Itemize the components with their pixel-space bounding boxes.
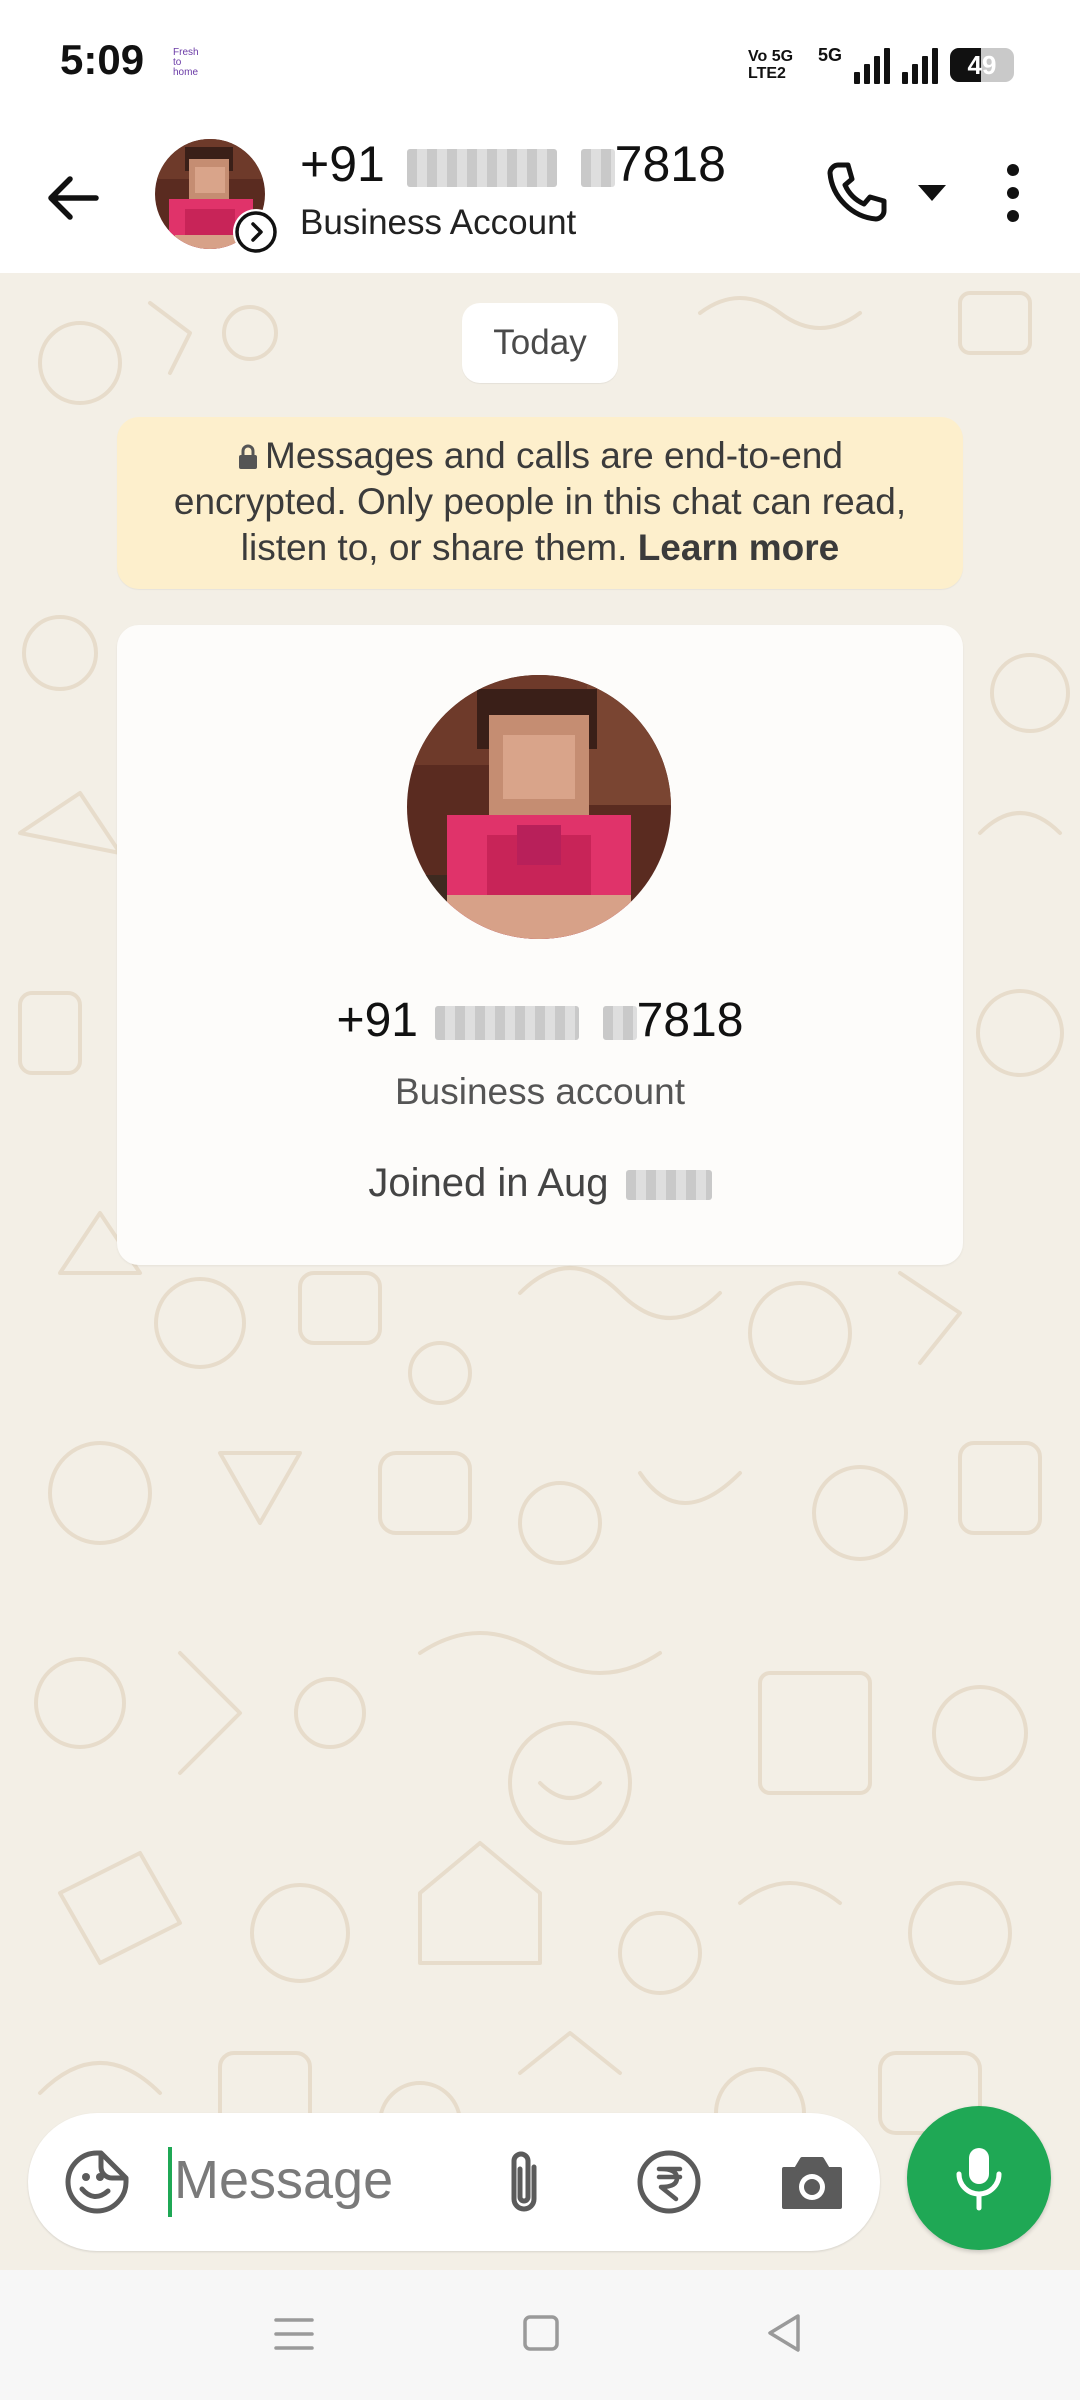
status-indicators: Vo 5G LTE2 5G 49 <box>748 40 1014 90</box>
chat-header: +91 7818 Business Account <box>0 125 1080 273</box>
encryption-notice[interactable]: Messages and calls are end-to-end encryp… <box>117 417 963 589</box>
notification-app-icon: Fresh to home <box>173 47 199 78</box>
voice-message-button[interactable] <box>907 2106 1051 2250</box>
menu-icon <box>274 2318 314 2350</box>
volte-bottom-label: LTE2 <box>747 65 786 82</box>
redacted-number <box>406 148 557 187</box>
redacted-number <box>602 1006 637 1041</box>
learn-more-link[interactable]: Learn more <box>638 527 840 568</box>
chat-area[interactable]: Today Messages and calls are end-to-end … <box>0 273 1080 2270</box>
system-navigation-bar <box>0 2270 1080 2400</box>
sticker-emoji-icon <box>65 2150 129 2214</box>
card-account-type: Business account <box>394 1071 685 1112</box>
recent-apps-button[interactable] <box>272 2314 316 2354</box>
volte-top-label: Vo 5G <box>747 48 794 65</box>
card-phone-number: +91 7818 <box>117 993 963 1048</box>
more-options-button[interactable] <box>995 160 1031 226</box>
camera-icon <box>782 2157 842 2209</box>
contact-info-card[interactable]: +91 7818 Business account Joined in Aug <box>117 625 963 1265</box>
caret-down-icon <box>918 185 946 201</box>
redacted-number <box>580 148 615 187</box>
lock-icon <box>239 444 258 469</box>
home-square-icon <box>523 2315 559 2351</box>
microphone-icon <box>956 2148 1002 2211</box>
card-joined-date: Joined in Aug <box>117 1161 963 1206</box>
battery-level: 49 <box>967 50 997 80</box>
redacted-year <box>625 1170 712 1201</box>
contact-name[interactable]: +91 7818 <box>300 135 726 193</box>
paperclip-icon <box>511 2151 537 2212</box>
attach-button[interactable] <box>494 2147 554 2217</box>
status-play-icon[interactable] <box>233 209 279 255</box>
card-avatar[interactable] <box>407 675 671 939</box>
home-button[interactable] <box>522 2314 560 2352</box>
rupee-icon <box>637 2150 701 2214</box>
payment-button[interactable] <box>634 2147 704 2217</box>
avatar-image <box>407 675 671 939</box>
date-chip: Today <box>462 303 618 383</box>
back-button[interactable] <box>40 165 106 231</box>
card-number-suffix: 7818 <box>636 994 744 1047</box>
call-options-dropdown[interactable] <box>912 177 952 207</box>
volte-indicator: Vo 5G LTE2 <box>748 48 806 82</box>
status-time: 5:09 <box>60 36 145 83</box>
signal-strength-icon-1 <box>854 46 890 84</box>
camera-button[interactable] <box>776 2147 848 2217</box>
card-joined-label: Joined in Aug <box>368 1161 609 1205</box>
sticker-button[interactable] <box>62 2147 132 2217</box>
battery-icon: 49 <box>950 48 1014 82</box>
message-composer: Message <box>28 2113 880 2251</box>
arrow-left-icon <box>48 176 99 220</box>
message-input[interactable] <box>166 2143 496 2221</box>
status-bar: 5:09 Fresh to home Vo 5G LTE2 5G 49 <box>0 0 1080 125</box>
more-vertical-icon <box>1007 164 1019 222</box>
triangle-back-icon <box>768 2314 800 2352</box>
card-number-prefix: +91 <box>336 994 418 1047</box>
signal-strength-icon-2 <box>902 46 938 84</box>
contact-suffix: 7818 <box>614 136 726 192</box>
voice-call-button[interactable] <box>822 157 890 225</box>
system-back-button[interactable] <box>764 2312 804 2354</box>
contact-subtitle: Business Account <box>300 203 577 242</box>
redacted-number <box>435 1006 580 1041</box>
network-type-label: 5G <box>817 44 842 65</box>
phone-icon <box>827 162 887 222</box>
contact-prefix: +91 <box>300 136 385 192</box>
